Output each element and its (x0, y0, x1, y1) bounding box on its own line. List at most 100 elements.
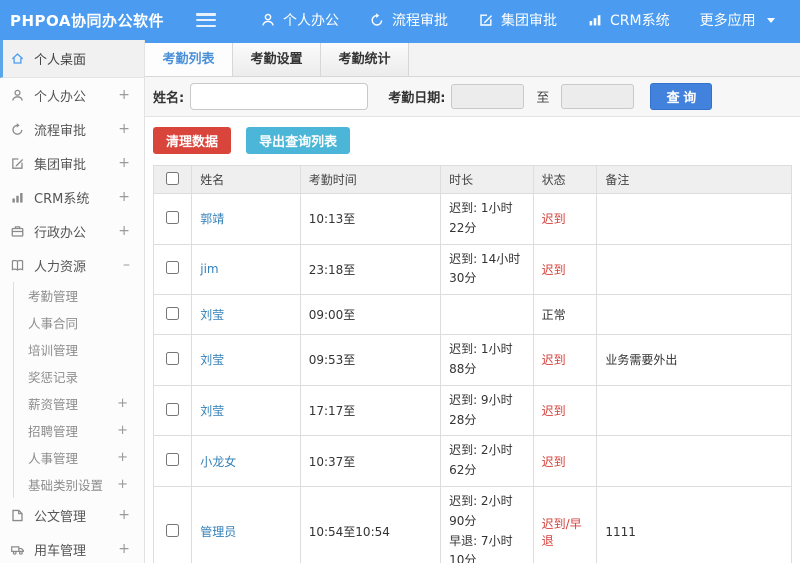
sidebar-subitem-3[interactable]: 奖惩记录 (14, 363, 144, 390)
cell-duration: 迟到: 9小时28分 (440, 384, 534, 437)
collapse-icon[interactable]: – (123, 257, 144, 273)
nav-item-2[interactable]: 集团审批 (478, 10, 557, 30)
sidebar-item-label: 集团审批 (34, 157, 87, 173)
tab-bar: 考勤列表 考勤设置 考勤统计 (145, 43, 800, 77)
nav-item-1[interactable]: 流程审批 (369, 10, 448, 30)
export-list-button[interactable]: 导出查询列表 (246, 127, 351, 154)
employee-name-link[interactable]: 管理员 (200, 525, 236, 539)
chart-icon (587, 12, 603, 28)
expand-icon[interactable]: + (118, 121, 144, 137)
sidebar-item-7[interactable]: 公文管理 + (0, 498, 144, 532)
expand-icon[interactable]: + (117, 450, 144, 465)
table-row: 郭靖 10:13至 迟到: 1小时22分 迟到 (152, 193, 792, 245)
sidebar-sublist: 考勤管理 人事合同 培训管理 奖惩记录 薪资管理 + 招聘管理 + 人事管理 + 基础类别设置 + (13, 282, 144, 498)
row-checkbox-cell (152, 384, 193, 437)
sidebar-item-label: 行政办公 (34, 225, 87, 241)
sidebar-subitem-2[interactable]: 培训管理 (14, 336, 144, 363)
cell-name: 管理员 (191, 485, 301, 563)
nav-item-4[interactable]: 更多应用 (700, 10, 775, 30)
row-checkbox-cell (152, 485, 193, 563)
nav-item-0[interactable]: 个人办公 (260, 10, 339, 30)
sidebar-item-5[interactable]: 行政办公 + (0, 214, 144, 248)
sidebar-item-label: 流程审批 (34, 123, 87, 139)
date-from-input[interactable] (451, 84, 525, 109)
date-to-input[interactable] (561, 84, 635, 109)
employee-name-link[interactable]: 郭靖 (200, 212, 224, 226)
cell-name: 小龙女 (191, 435, 301, 487)
row-checkbox[interactable] (166, 306, 180, 320)
cell-note (596, 435, 792, 487)
expand-icon[interactable]: + (118, 189, 144, 205)
tab-1[interactable]: 考勤设置 (233, 43, 321, 76)
sidebar-item-6[interactable]: 人力资源 – (0, 248, 144, 282)
row-checkbox[interactable] (166, 351, 180, 365)
tab-0[interactable]: 考勤列表 (145, 43, 233, 76)
sidebar-subitem-0[interactable]: 考勤管理 (14, 282, 144, 309)
filter-bar: 姓名: 考勤日期: 至 查 询 (145, 77, 800, 117)
flow-icon (10, 122, 25, 137)
app-logo: PHPOA协同办公软件 (10, 11, 164, 30)
nav-item-label: 集团审批 (501, 13, 557, 29)
attendance-table: 姓名 考勤时间 时长 状态 备注 郭靖 10:13至 迟到: 1小时22分 迟到 jim… (152, 165, 792, 563)
sidebar-subitem-4[interactable]: 薪资管理 + (14, 390, 144, 417)
sidebar-item-8[interactable]: 用车管理 + (0, 532, 144, 563)
chart-icon (10, 190, 25, 205)
expand-icon[interactable]: + (118, 87, 144, 103)
menu-icon[interactable] (196, 13, 216, 27)
expand-icon[interactable]: + (117, 423, 144, 438)
sidebar-item-label: 人力资源 (34, 259, 87, 275)
row-checkbox[interactable] (166, 210, 180, 224)
sidebar-item-1[interactable]: 个人办公 + (0, 78, 144, 112)
name-filter-input[interactable] (190, 83, 369, 110)
briefcase-icon (10, 224, 25, 239)
row-checkbox[interactable] (166, 402, 180, 416)
expand-icon[interactable]: + (117, 477, 144, 492)
table-header-row: 姓名 考勤时间 时长 状态 备注 (152, 165, 792, 194)
sidebar-item-0[interactable]: 个人桌面 (0, 40, 144, 78)
edit-icon (10, 156, 25, 171)
expand-icon[interactable]: + (118, 541, 144, 557)
nav-item-3[interactable]: CRM系统 (587, 10, 670, 30)
sidebar-subitem-label: 人事管理 (28, 451, 79, 466)
col-header-name: 姓名 (191, 165, 301, 194)
cell-name: 刘莹 (191, 294, 301, 336)
nav-item-label: 个人办公 (283, 13, 339, 29)
book-icon (10, 258, 25, 273)
row-checkbox[interactable] (166, 261, 180, 275)
sidebar-subitem-7[interactable]: 基础类别设置 + (14, 471, 144, 498)
cell-note (596, 384, 792, 437)
sidebar-item-label: 公文管理 (34, 509, 87, 525)
cell-duration: 迟到: 14小时30分 (440, 243, 534, 296)
sidebar-subitem-6[interactable]: 人事管理 + (14, 444, 144, 471)
clean-data-button[interactable]: 清理数据 (153, 127, 232, 154)
cell-note (596, 294, 792, 336)
employee-name-link[interactable]: jim (200, 262, 218, 276)
row-checkbox[interactable] (166, 453, 180, 467)
tab-2[interactable]: 考勤统计 (321, 43, 409, 76)
expand-icon[interactable]: + (118, 155, 144, 171)
row-checkbox[interactable] (166, 523, 180, 537)
employee-name-link[interactable]: 刘莹 (200, 353, 224, 367)
top-nav: 个人办公 流程审批 集团审批 CRM系统 更多应用 (230, 10, 775, 30)
sidebar-item-4[interactable]: CRM系统 + (0, 180, 144, 214)
expand-icon[interactable]: + (118, 223, 144, 239)
cell-name: 刘莹 (191, 384, 301, 437)
cell-status: 迟到 (532, 243, 598, 296)
sidebar-item-2[interactable]: 流程审批 + (0, 112, 144, 146)
sidebar-subitem-5[interactable]: 招聘管理 + (14, 417, 144, 444)
sidebar-item-3[interactable]: 集团审批 + (0, 146, 144, 180)
select-all-checkbox[interactable] (166, 171, 180, 185)
expand-icon[interactable]: + (117, 396, 144, 411)
car-icon (10, 542, 25, 557)
employee-name-link[interactable]: 刘莹 (200, 308, 224, 322)
cell-time: 09:53至 (299, 334, 442, 386)
row-checkbox-cell (152, 334, 193, 386)
sidebar-subitem-1[interactable]: 人事合同 (14, 309, 144, 336)
cell-time: 10:54至10:54 (299, 485, 442, 563)
expand-icon[interactable]: + (118, 507, 144, 523)
query-button[interactable]: 查 询 (650, 83, 713, 110)
employee-name-link[interactable]: 刘莹 (200, 404, 224, 418)
cell-note: 1111 (596, 485, 792, 563)
employee-name-link[interactable]: 小龙女 (200, 455, 236, 469)
cell-status: 迟到 (532, 384, 598, 437)
